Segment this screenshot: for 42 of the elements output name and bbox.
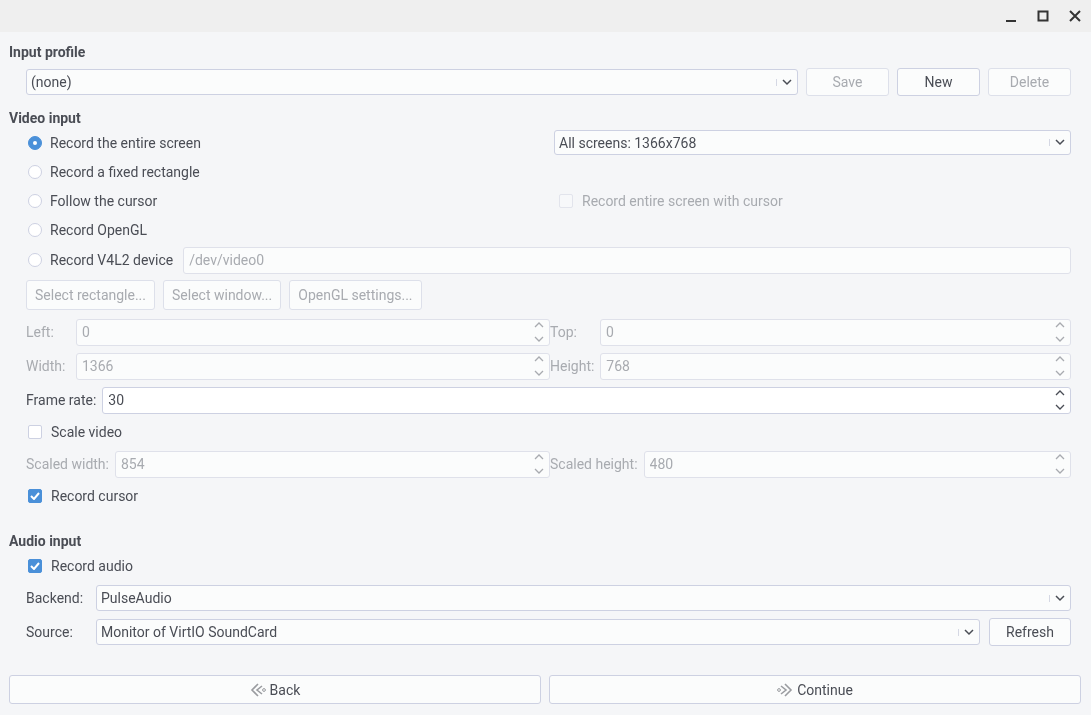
back-button[interactable]: Back xyxy=(9,675,541,704)
maximize-icon[interactable] xyxy=(1037,10,1049,22)
field-label: Source: xyxy=(26,624,74,640)
checkbox-label[interactable]: Record cursor xyxy=(51,488,139,504)
profile-button[interactable]: New xyxy=(897,68,980,96)
forward-arrow-icon xyxy=(777,682,794,697)
radio-label[interactable]: Follow the cursor xyxy=(50,192,158,209)
backend-dropdown[interactable]: PulseAudio xyxy=(96,585,1071,611)
section-title: Audio input xyxy=(9,532,83,551)
radio-button[interactable] xyxy=(28,193,42,208)
field-label: Left: xyxy=(26,324,55,340)
spin-arrows-icon[interactable] xyxy=(1055,388,1065,411)
screen-dropdown[interactable]: All screens: 1366x768 xyxy=(554,130,1071,155)
radio-button[interactable] xyxy=(28,253,42,267)
radio-label[interactable]: Record a fixed rectangle xyxy=(50,163,200,180)
field-label: Width: xyxy=(26,358,67,374)
spin-field[interactable]: 30 xyxy=(102,386,1071,414)
checkbox[interactable] xyxy=(28,489,42,503)
section-title: Input profile xyxy=(9,43,87,62)
checkbox[interactable] xyxy=(28,425,42,439)
field-label: Backend: xyxy=(26,590,85,606)
field-label: Scaled height: xyxy=(550,456,639,472)
radio-button[interactable] xyxy=(28,222,42,237)
radio-label[interactable]: Record V4L2 device xyxy=(50,252,174,268)
checkbox-label[interactable]: Scale video xyxy=(51,424,123,440)
field-label: Frame rate: xyxy=(26,392,98,408)
close-icon[interactable] xyxy=(1069,10,1081,22)
field-label: Top: xyxy=(550,324,578,340)
checkbox-label[interactable]: Record audio xyxy=(51,558,133,574)
radio-button[interactable] xyxy=(28,135,42,150)
radio-label[interactable]: Record OpenGL xyxy=(50,221,148,238)
radio-button[interactable] xyxy=(28,164,42,179)
radio-label[interactable]: Record the entire screen xyxy=(50,134,201,151)
source-dropdown[interactable]: Monitor of VirtIO SoundCard xyxy=(96,619,980,645)
back-arrow-icon xyxy=(249,682,266,697)
field-label: Height: xyxy=(550,358,596,374)
refresh-button[interactable]: Refresh xyxy=(989,618,1071,646)
section-title: Video input xyxy=(9,109,82,128)
continue-button[interactable]: Continue xyxy=(549,675,1081,704)
checkbox[interactable] xyxy=(28,559,42,573)
profile-dropdown[interactable]: (none) xyxy=(26,69,798,95)
field-label: Scaled width: xyxy=(26,456,110,472)
